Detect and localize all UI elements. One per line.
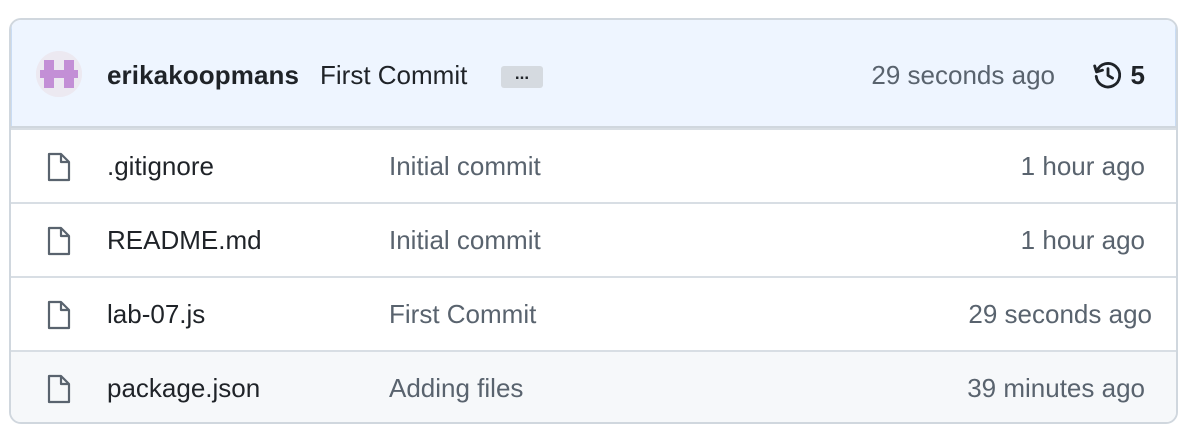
file-icon	[47, 226, 71, 256]
file-row[interactable]: README.md Initial commit 1 hour ago	[11, 202, 1176, 276]
file-name-link[interactable]: package.json	[107, 373, 260, 403]
author-avatar[interactable]	[36, 51, 82, 97]
file-row[interactable]: lab-07.js First Commit 29 seconds ago	[11, 276, 1176, 350]
file-commit-message-link[interactable]: First Commit	[389, 299, 536, 329]
file-row[interactable]: .gitignore Initial commit 1 hour ago	[11, 128, 1176, 202]
file-name-link[interactable]: .gitignore	[107, 151, 214, 181]
file-row[interactable]: package.json Adding files 39 minutes ago	[11, 350, 1176, 422]
file-icon	[47, 152, 71, 182]
commit-author-link[interactable]: erikakoopmans	[107, 60, 299, 90]
history-clock-icon	[1092, 62, 1121, 89]
file-commit-message-link[interactable]: Initial commit	[389, 151, 541, 181]
file-icon	[47, 300, 71, 330]
commit-message-link[interactable]: First Commit	[320, 60, 467, 90]
commit-time: 29 seconds ago	[871, 60, 1055, 90]
file-commit-message-link[interactable]: Initial commit	[389, 225, 541, 255]
file-commit-time: 39 minutes ago	[967, 373, 1145, 403]
file-commit-time: 1 hour ago	[1020, 151, 1145, 181]
commit-count: 5	[1130, 60, 1145, 90]
file-commit-time: 29 seconds ago	[968, 299, 1152, 329]
file-list-box: erikakoopmans First Commit ... 29 second…	[9, 18, 1178, 424]
latest-commit-bar: erikakoopmans First Commit ... 29 second…	[11, 20, 1176, 128]
commit-history-link[interactable]: 5	[1091, 58, 1145, 92]
file-commit-time: 1 hour ago	[1020, 225, 1145, 255]
file-commit-message-link[interactable]: Adding files	[389, 373, 523, 403]
file-name-link[interactable]: lab-07.js	[107, 299, 205, 329]
identicon-avatar-icon	[36, 51, 82, 97]
file-icon	[47, 374, 71, 404]
file-name-link[interactable]: README.md	[107, 225, 262, 255]
commit-expand-button[interactable]: ...	[501, 65, 543, 88]
